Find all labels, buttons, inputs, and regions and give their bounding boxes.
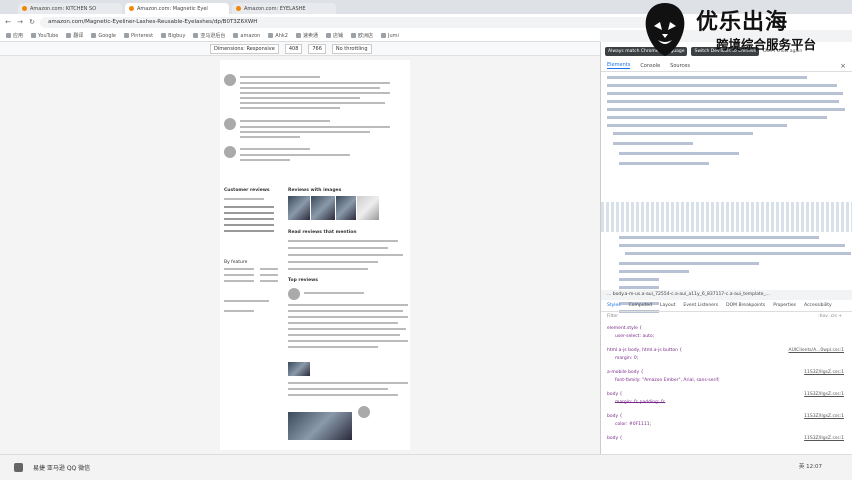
css-source-link[interactable]: 11S3Z/lIgsZ.css:1 [804, 392, 844, 397]
reviewer-avatar [358, 406, 370, 418]
bookmark[interactable]: 欧洲店 [351, 32, 373, 39]
tab-properties[interactable]: Properties [773, 303, 796, 308]
bookmark[interactable]: YouTube [31, 33, 58, 39]
device-select[interactable]: Dimensions: Responsive [210, 43, 279, 54]
styles-tabs: Styles Computed Layout Event Listeners D… [601, 300, 852, 312]
lion-logo-icon [645, 3, 685, 56]
css-rule-value[interactable]: margin: 0; padding: 0; [615, 400, 665, 405]
forward-icon[interactable]: → [16, 18, 24, 26]
reload-icon[interactable]: ↻ [28, 18, 36, 26]
css-rule-value[interactable]: margin: 0; [615, 356, 638, 361]
css-source-link[interactable]: AUIClients/A...0wpl.css:1 [788, 348, 844, 353]
tab-computed[interactable]: Computed [629, 303, 652, 308]
bookmark[interactable]: Bigbuy [161, 33, 185, 39]
back-icon[interactable]: ← [4, 18, 12, 26]
selected-node[interactable] [601, 202, 852, 232]
close-icon[interactable]: × [840, 62, 846, 70]
tab-elements[interactable]: Elements [607, 62, 631, 69]
device-toolbar: Dimensions: Responsive 408 766 No thrott… [0, 42, 600, 56]
tab-accessibility[interactable]: Accessibility [804, 303, 832, 308]
tab-dom-breakpoints[interactable]: DOM Breakpoints [726, 303, 765, 308]
bookmarks-bar: 应用 YouTube 翻译 Google Pinterest Bigbuy 亚马… [0, 30, 600, 42]
elements-tree[interactable] [601, 72, 852, 322]
css-rule-value[interactable]: color: #0F1111; [615, 422, 651, 427]
review-image[interactable] [288, 196, 310, 220]
devtools-panel: Always match Chrome's language Switch De… [600, 42, 852, 454]
sidebar-label: By feature [224, 260, 248, 265]
review-image[interactable] [336, 196, 356, 220]
css-source-link[interactable]: 11S3Z/lIgsZ.css:1 [804, 414, 844, 419]
bookmark[interactable]: 店铺 [326, 32, 343, 39]
bookmark[interactable]: Google [91, 33, 116, 39]
bookmark[interactable]: Ahk2 [268, 33, 288, 39]
reviews-with-images-heading: Reviews with images [288, 188, 342, 193]
customer-reviews-heading: Customer reviews [224, 188, 270, 193]
tab-layout[interactable]: Layout [660, 303, 675, 308]
taskbar-apps[interactable]: 易捷 亚马逊 QQ 微信 [33, 463, 90, 472]
height-input[interactable]: 766 [308, 43, 326, 54]
tab-console[interactable]: Console [640, 63, 660, 69]
watermark: 优乐出海 跨境综合服务平台 [640, 0, 852, 62]
css-rule-selector: html.a-js body, html.a-js button { [607, 348, 683, 353]
css-source-link[interactable]: 11S3Z/lIgsZ.css:1 [804, 370, 844, 375]
top-reviews-heading: Top reviews [288, 278, 318, 283]
reviewer-avatar [288, 288, 300, 300]
tab-event-listeners[interactable]: Event Listeners [683, 303, 718, 308]
bookmark[interactable]: Jumi [381, 33, 399, 39]
page-viewport[interactable]: Customer reviews Reviews with images Rea… [0, 56, 600, 454]
css-rule-selector: element.style { [607, 326, 643, 331]
breadcrumb[interactable]: ... body.a-m-us.a-aui_72554-c.a-aui_a11y… [601, 290, 852, 300]
read-reviews-heading: Read reviews that mention [288, 230, 357, 235]
width-input[interactable]: 408 [284, 43, 303, 54]
start-icon[interactable] [14, 463, 23, 472]
bookmark[interactable]: Pinterest [124, 33, 153, 39]
system-tray: 英 12:07 [798, 464, 822, 470]
bookmark[interactable]: amazon [233, 33, 260, 39]
css-rule-value[interactable]: user-select: auto; [615, 334, 654, 339]
throttle-select[interactable]: No throttling [331, 43, 372, 54]
css-rule-value[interactable]: font-family: "Amazon Ember", Arial, sans… [615, 378, 720, 383]
reviewer-avatar [224, 118, 236, 130]
browser-tab-active[interactable]: Amazon.com: Magnetic Eyel [125, 3, 229, 14]
css-rule-selector: body { [607, 436, 623, 441]
css-source-link[interactable]: 11S3Z/lIgsZ.css:1 [804, 436, 844, 441]
browser-tab[interactable]: Amazon.com: KITCHEN SO [18, 3, 122, 14]
bookmark[interactable]: 应用 [6, 32, 23, 39]
review-image[interactable] [357, 196, 379, 220]
tab-sources[interactable]: Sources [670, 63, 690, 69]
css-rule-selector: body { [607, 392, 623, 397]
styles-filter-input[interactable]: Filter [607, 314, 618, 319]
watermark-subtitle: 跨境综合服务平台 [716, 37, 817, 52]
bookmark[interactable]: 速卖通 [296, 32, 318, 39]
tab-styles[interactable]: Styles [607, 303, 621, 308]
styles-filter-tools[interactable]: :hov .cls + [818, 314, 842, 319]
screen: Amazon.com: KITCHEN SO Amazon.com: Magne… [0, 0, 852, 480]
taskbar: 易捷 亚马逊 QQ 微信 英 12:07 [0, 454, 852, 480]
reviewer-avatar [224, 74, 236, 86]
review-image[interactable] [288, 362, 310, 376]
product-page: Customer reviews Reviews with images Rea… [220, 60, 410, 450]
review-image[interactable] [288, 412, 352, 440]
review-image[interactable] [311, 196, 335, 220]
bookmark[interactable]: 亚马逊后台 [193, 32, 225, 39]
css-rule-selector: body { [607, 414, 623, 419]
reviewer-avatar [224, 146, 236, 158]
browser-tab[interactable]: Amazon.com: EYELASHE [232, 3, 336, 14]
watermark-title: 优乐出海 [696, 10, 789, 35]
address-bar[interactable]: amazon.com/Magnetic-Eyeliner-Lashes-Reus… [40, 16, 660, 28]
css-rule-selector: a-mobile body { [607, 370, 644, 375]
bookmark[interactable]: 翻译 [66, 32, 83, 39]
